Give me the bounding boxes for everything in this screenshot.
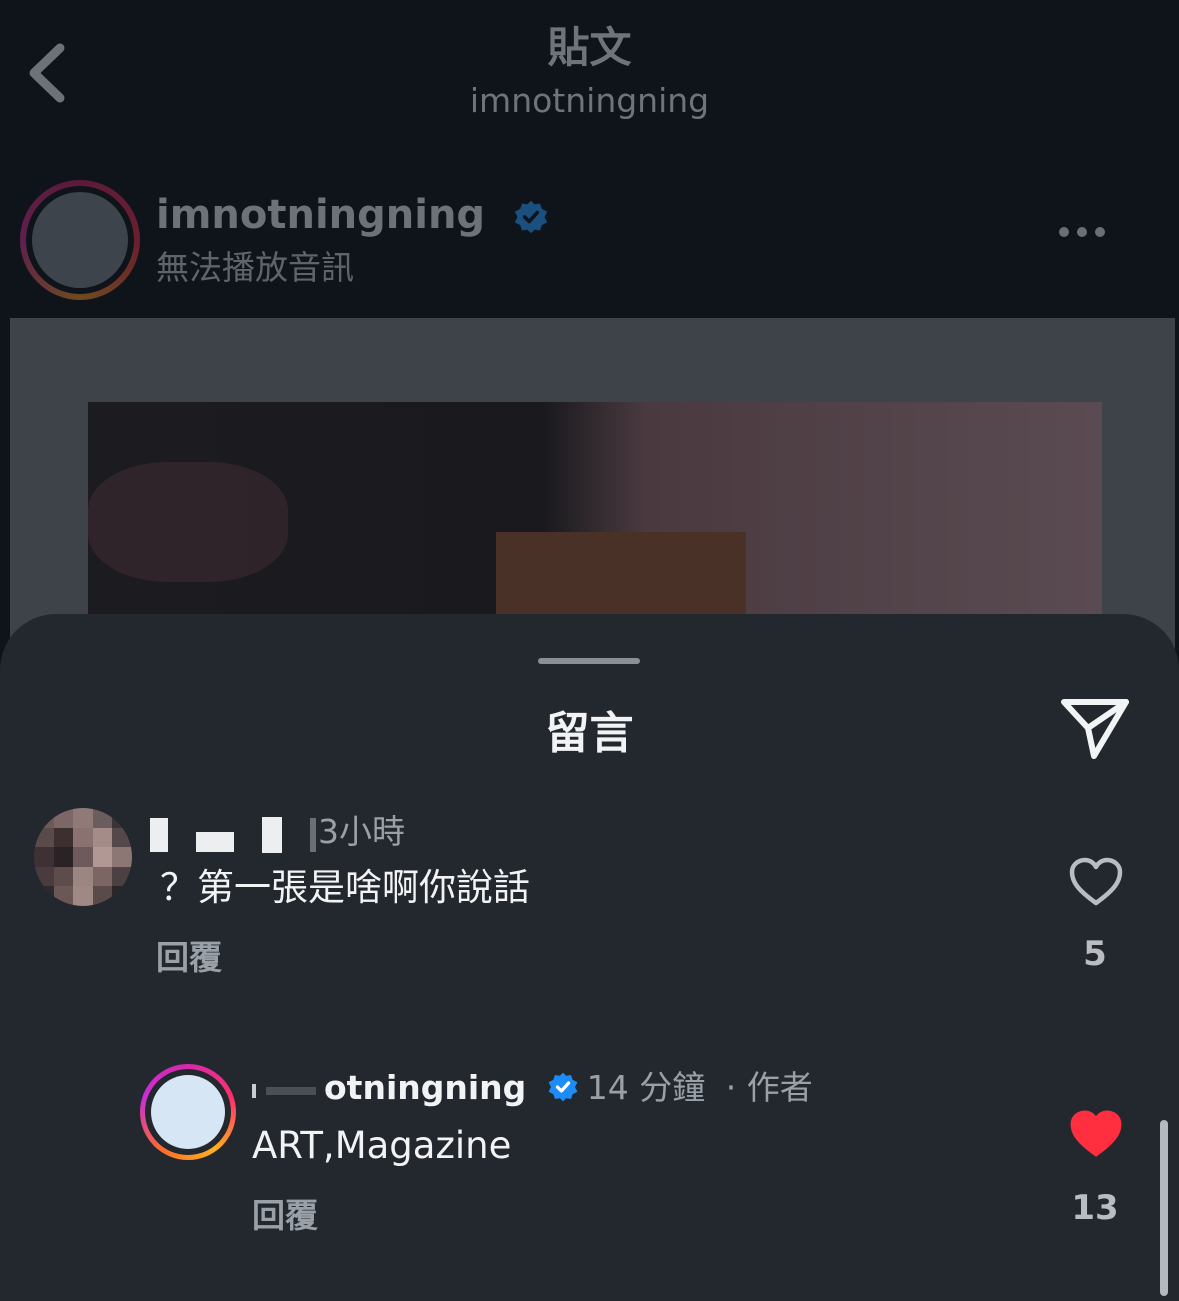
like-button[interactable] bbox=[1068, 1108, 1124, 1160]
post-author-username[interactable]: imnotningning bbox=[156, 192, 485, 238]
sheet-drag-handle[interactable] bbox=[538, 658, 640, 664]
commenter-avatar[interactable] bbox=[34, 808, 132, 906]
share-button[interactable] bbox=[1058, 696, 1132, 762]
comments-sheet: 留言 3小時 ？第一張是啥啊你說話 回覆 5 otningning 14 分鐘 … bbox=[0, 614, 1179, 1301]
reply-button[interactable]: 回覆 bbox=[156, 936, 222, 980]
heart-outline-icon bbox=[1069, 857, 1123, 906]
comment-time: 14 分鐘 bbox=[586, 1068, 706, 1107]
page-title: 貼文 bbox=[547, 23, 632, 72]
more-dot-icon bbox=[1095, 227, 1105, 237]
comment-item: 3小時 ？第一張是啥啊你說話 回覆 5 bbox=[0, 794, 1179, 994]
author-avatar[interactable] bbox=[140, 1064, 236, 1160]
like-count: 5 bbox=[1083, 934, 1107, 974]
comment-username[interactable]: otningning bbox=[324, 1068, 526, 1107]
more-options-button[interactable] bbox=[1059, 222, 1119, 252]
screen: 貼文 imnotningning imnotningning 無法播放音訊 留言 bbox=[0, 0, 1179, 1301]
comment-text: ？第一張是啥啊你說話 bbox=[160, 866, 530, 909]
comment-text: ART,Magazine bbox=[252, 1124, 512, 1167]
post-author-avatar[interactable] bbox=[20, 180, 140, 300]
page-subtitle: imnotningning bbox=[469, 81, 710, 120]
like-button[interactable] bbox=[1068, 856, 1124, 908]
heart-filled-icon bbox=[1070, 1110, 1122, 1157]
reply-button[interactable]: 回覆 bbox=[252, 1194, 318, 1238]
comment-time: 3小時 bbox=[318, 812, 405, 851]
top-navigation-bar: 貼文 imnotningning bbox=[0, 0, 1179, 150]
audio-status-text: 無法播放音訊 bbox=[156, 248, 354, 287]
post-header: imnotningning 無法播放音訊 bbox=[0, 170, 1179, 310]
more-dot-icon bbox=[1059, 227, 1069, 237]
redacted-username[interactable] bbox=[150, 812, 318, 856]
scrollbar[interactable] bbox=[1160, 1120, 1168, 1296]
comment-reply-item: otningning 14 分鐘 · 作者 ART,Magazine 回覆 13 bbox=[0, 1054, 1179, 1254]
verified-badge-icon bbox=[514, 200, 548, 234]
verified-badge-icon bbox=[548, 1072, 578, 1102]
author-label: · 作者 bbox=[725, 1068, 813, 1107]
more-dot-icon bbox=[1077, 227, 1087, 237]
like-count: 13 bbox=[1071, 1188, 1119, 1228]
paper-plane-icon bbox=[1061, 699, 1129, 759]
sheet-title: 留言 bbox=[545, 708, 634, 759]
redacted-username-prefix bbox=[252, 1068, 324, 1112]
